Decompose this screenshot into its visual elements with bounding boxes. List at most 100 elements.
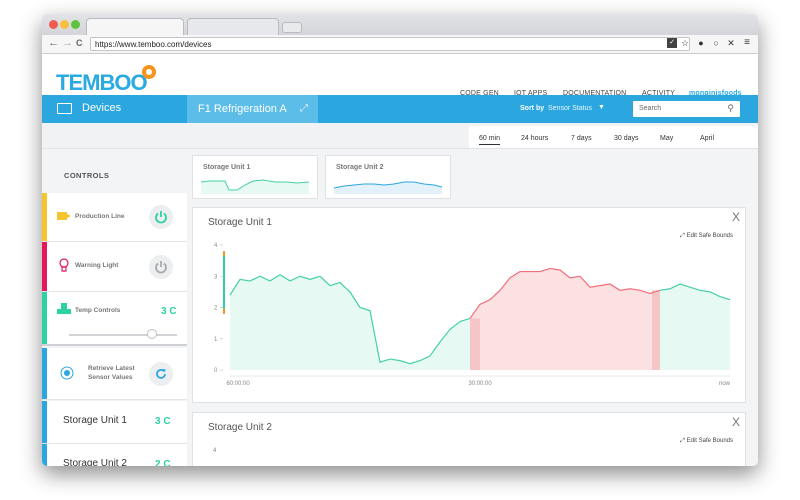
edit-safe-bounds-link[interactable]: ⤢ Edit Safe Bounds — [680, 438, 733, 445]
browser-tab[interactable] — [187, 18, 279, 35]
minimize-window-button[interactable] — [60, 20, 69, 29]
status-bar — [42, 444, 47, 466]
unit-temp-value: 2 C — [155, 459, 171, 466]
thermostat-icon — [57, 303, 71, 314]
time-filter-bar: 60 min 24 hours 7 days 30 days May April — [42, 123, 758, 149]
x-tick-label: now — [719, 381, 731, 387]
status-bar — [42, 348, 47, 399]
search-placeholder: Search — [639, 105, 662, 112]
bookmark-star-icon[interactable]: ☆ — [680, 38, 690, 48]
temp-value: 3 C — [161, 306, 177, 317]
time-filter-30-days[interactable]: 30 days — [614, 135, 639, 142]
back-icon[interactable]: ← — [48, 37, 59, 49]
temp-slider-track[interactable] — [69, 334, 177, 336]
mini-card-title: Storage Unit 1 — [203, 164, 251, 171]
unit-name: Storage Unit 1 — [63, 415, 127, 426]
power-icon — [155, 261, 167, 274]
conveyor-icon — [57, 212, 71, 220]
mini-sparkline — [334, 181, 442, 194]
browser-window: ← → C https://www.temboo.com/devices ✓ ☆… — [42, 14, 758, 466]
refresh-icon — [156, 369, 166, 379]
unit-row-storage-unit-1[interactable]: Storage Unit 1 3 C — [42, 401, 187, 444]
mini-card-storage-unit-1[interactable]: Storage Unit 1 — [192, 155, 318, 199]
url-input[interactable]: https://www.temboo.com/devices — [90, 37, 690, 51]
time-filter-60-min[interactable]: 60 min — [479, 135, 501, 145]
production-line-power-toggle[interactable] — [149, 205, 173, 229]
devices-icon — [57, 103, 72, 114]
menu-icon[interactable]: ≡ — [742, 38, 752, 48]
sort-by-label: Sort by — [520, 105, 545, 112]
browser-tabbar — [42, 14, 758, 35]
browser-toolbar: ← → C https://www.temboo.com/devices ✓ ☆… — [42, 35, 758, 54]
unit-temp-value: 3 C — [155, 416, 171, 427]
forward-icon[interactable]: → — [62, 37, 73, 49]
alert-edge-band — [652, 290, 660, 370]
status-bar — [42, 242, 47, 291]
status-bar — [42, 292, 47, 344]
status-bar — [42, 193, 47, 241]
device-selector[interactable]: F1 Refrigeration A ⤢ — [187, 95, 318, 123]
reload-icon[interactable]: C — [76, 38, 83, 48]
zoom-window-button[interactable] — [71, 20, 80, 29]
control-warning-light: Warning Light — [42, 242, 187, 292]
tools-icon[interactable]: ✕ — [726, 38, 736, 48]
alert-edge-band — [470, 318, 480, 370]
time-filter-group: 60 min 24 hours 7 days 30 days May April — [469, 126, 758, 148]
selected-device-label: F1 Refrigeration A — [198, 103, 287, 115]
control-label: Production Line — [75, 213, 125, 220]
ghostery-icon[interactable]: ● — [696, 38, 706, 48]
warning-light-power-toggle[interactable] — [149, 255, 173, 279]
device-bar: Devices F1 Refrigeration A ⤢ Sort by Sen… — [42, 95, 758, 123]
y-tick-label: 3 — [214, 274, 218, 280]
lightbulb-icon[interactable]: ○ — [711, 38, 721, 48]
unit-row-storage-unit-2[interactable]: Storage Unit 2 2 C — [42, 444, 187, 466]
temp-slider-handle[interactable] — [147, 329, 157, 339]
normal-area — [230, 274, 470, 370]
mini-sparkline — [201, 179, 309, 194]
control-label: Retrieve Latest — [88, 365, 135, 372]
controls-sidebar: CONTROLS Production Line Warning Light T… — [42, 149, 187, 466]
status-bar — [42, 401, 47, 443]
control-retrieve-values: Retrieve Latest Sensor Values — [42, 348, 187, 400]
expand-icon[interactable]: ⤢ — [300, 103, 308, 114]
search-input[interactable]: Search ⚲ — [633, 101, 740, 117]
x-tick-label: 30:00:00 — [468, 381, 492, 387]
y-tick-label: 1 — [214, 337, 218, 343]
control-label: Temp Controls — [75, 307, 121, 314]
control-temp: Temp Controls 3 C — [42, 292, 187, 346]
y-tick-label: 0 — [214, 368, 218, 374]
search-icon[interactable]: ⚲ — [727, 103, 734, 114]
chevron-down-icon[interactable]: ▼ — [598, 104, 605, 111]
temboo-logo[interactable]: TEMBOO — [56, 70, 148, 96]
mini-card-title: Storage Unit 2 — [336, 164, 384, 171]
extension-icon[interactable]: ✓ — [667, 38, 677, 48]
browser-tab-active[interactable] — [86, 18, 184, 35]
control-production-line: Production Line — [42, 193, 187, 242]
close-icon[interactable]: X — [732, 415, 740, 429]
control-label: Sensor Values — [88, 374, 133, 381]
sensor-icon — [60, 366, 74, 380]
power-icon — [155, 211, 167, 224]
time-filter-24-hours[interactable]: 24 hours — [521, 135, 548, 142]
controls-title: CONTROLS — [64, 171, 110, 180]
edit-safe-bounds-label: Edit Safe Bounds — [686, 438, 733, 444]
mini-card-storage-unit-2[interactable]: Storage Unit 2 — [325, 155, 451, 199]
unit-name: Storage Unit 2 — [63, 458, 127, 466]
retrieve-values-button[interactable] — [149, 362, 173, 386]
chart-title: Storage Unit 2 — [208, 422, 272, 433]
time-filter-april[interactable]: April — [700, 135, 714, 142]
control-label: Warning Light — [75, 262, 119, 269]
sort-select[interactable]: Sensor Status — [548, 105, 592, 112]
devices-title[interactable]: Devices — [82, 102, 121, 114]
temperature-chart: 0 1 2 3 4 60:00:00 30:00:00 now — [214, 243, 731, 387]
time-filter-7-days[interactable]: 7 days — [571, 135, 592, 142]
x-tick-label: 60:00:00 — [226, 381, 250, 387]
time-filter-may[interactable]: May — [660, 135, 673, 142]
chart-card-storage-unit-1: Storage Unit 1 X ⤢ Edit Safe Bounds 0123… — [192, 207, 746, 403]
alert-area — [470, 268, 660, 370]
close-window-button[interactable] — [49, 20, 58, 29]
new-tab-button[interactable] — [282, 22, 302, 33]
y-tick-label: 2 — [214, 306, 218, 312]
bulb-icon — [59, 258, 69, 272]
y-tick-label: 4 — [214, 243, 218, 249]
